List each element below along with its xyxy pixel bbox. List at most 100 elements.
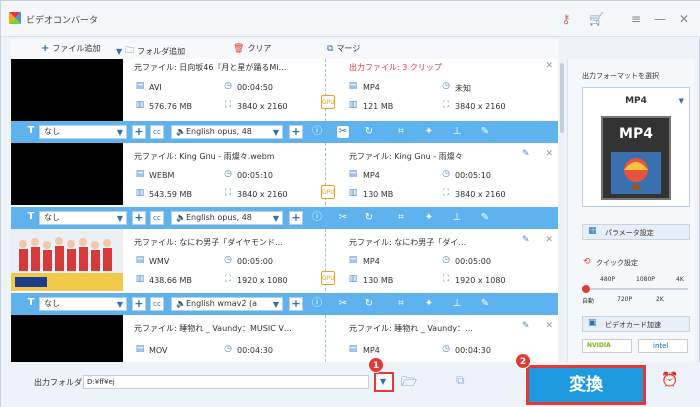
close-window-icon[interactable]: ✕ <box>677 12 691 26</box>
output-size: 121 MB <box>363 102 394 111</box>
remove-item-icon[interactable]: ✕ <box>545 235 553 245</box>
source-size: 576.76 MB <box>149 102 192 111</box>
video-thumbnail[interactable] <box>11 143 123 205</box>
subtitle-select[interactable]: なし ▼ <box>39 125 127 139</box>
open-folder-icon[interactable]: 🗁 <box>401 373 417 395</box>
output-duration: 00:05:10 <box>455 171 491 180</box>
film-balloon-icon <box>611 152 661 194</box>
edit-pen-icon[interactable]: ✎ <box>479 212 491 224</box>
watermark-stamp-icon[interactable]: ⊥ <box>451 212 463 224</box>
gpu-icon: GPU <box>321 271 335 285</box>
edit-pen-icon[interactable]: ✎ <box>479 298 491 310</box>
output-resolution: 1920 x 1080 <box>455 276 506 285</box>
scrollbar-thumb[interactable] <box>560 63 564 133</box>
merge-output-icon[interactable]: ⧉ <box>456 373 465 388</box>
add-subtitle-button[interactable]: + <box>132 125 146 139</box>
output-filename[interactable]: 元ファイル: King Gnu - 雨燦々 <box>349 151 524 162</box>
crop-icon[interactable]: ⌗ <box>395 212 407 224</box>
gpu-acceleration-toggle[interactable]: ▣ ビデオカード加速 <box>582 316 690 332</box>
output-size: 130 MB <box>363 190 394 199</box>
alarm-clock-icon[interactable]: ⏰ <box>661 372 678 388</box>
crop-icon[interactable]: ⌗ <box>395 298 407 310</box>
audio-track-select[interactable]: 🔈English opus, 48 ▼ <box>171 211 283 225</box>
output-folder-dropdown-button[interactable]: ▼ <box>374 372 394 392</box>
info-icon[interactable]: ⓘ <box>311 126 323 138</box>
scissors-icon[interactable]: ✂ <box>337 212 349 224</box>
file-item: 元ファイル: 日向坂46『月と星が踊るMi… ▤ AVI ◷ 00:04:50 … <box>11 59 558 143</box>
key-icon[interactable]: ⚷ <box>559 12 573 26</box>
speaker-icon: 🔈 <box>176 299 186 308</box>
chevron-down-icon[interactable]: ▼ <box>679 97 684 105</box>
clear-button[interactable]: 🗑 クリア <box>233 43 271 54</box>
filesize-icon: ▥ <box>348 274 358 284</box>
rotate-icon[interactable]: ↻ <box>363 298 375 310</box>
effects-wand-icon[interactable]: ✦ <box>423 126 435 138</box>
subtitle-select[interactable]: なし ▼ <box>39 211 127 225</box>
format-selector[interactable]: MP4 ▼ MP4 <box>582 87 690 207</box>
speaker-icon: 🔈 <box>176 213 186 222</box>
quality-slider-handle[interactable] <box>582 285 590 293</box>
subtitle-select[interactable]: なし ▼ <box>39 297 127 311</box>
effects-wand-icon[interactable]: ✦ <box>423 212 435 224</box>
rename-pencil-icon[interactable]: ✎ <box>522 235 530 245</box>
remove-item-icon[interactable]: ✕ <box>545 321 553 331</box>
source-resolution: 1920 x 1080 <box>237 276 288 285</box>
add-subtitle-button[interactable]: + <box>132 211 146 225</box>
add-folder-button[interactable]: ▼ 🗀 フォルダ追加 <box>116 43 185 59</box>
cc-icon[interactable]: cc <box>150 125 164 139</box>
watermark-stamp-icon[interactable]: ⊥ <box>451 126 463 138</box>
video-thumbnail[interactable] <box>11 229 123 291</box>
cc-icon[interactable]: cc <box>150 211 164 225</box>
crop-icon[interactable]: ⌗ <box>395 126 407 138</box>
file-item: 元ファイル: King Gnu - 雨燦々.webm ▤ WEBM ◷ 00:0… <box>11 143 558 229</box>
add-audio-button[interactable]: + <box>289 297 303 311</box>
output-filename[interactable]: 出力ファイル: 3 クリップ <box>349 62 534 73</box>
rotate-icon[interactable]: ↻ <box>363 126 375 138</box>
source-format: MOV <box>149 346 168 355</box>
mp4-label: MP4 <box>619 126 653 142</box>
convert-button[interactable]: 変換 <box>526 365 646 405</box>
scissors-icon[interactable]: ✂ <box>337 126 349 138</box>
add-file-button[interactable]: + ファイル追加 <box>41 43 100 54</box>
rename-pencil-icon[interactable]: ✎ <box>522 321 530 331</box>
output-folder-input[interactable]: D:¥ff¥ej <box>83 375 369 389</box>
source-format: AVI <box>149 83 162 92</box>
checkbox-icon[interactable]: ▣ <box>588 318 597 328</box>
info-icon[interactable]: ⓘ <box>311 212 323 224</box>
source-filename: 元ファイル: なにわ男子「ダイヤモンド… <box>134 238 283 247</box>
audio-track-select[interactable]: 🔈English wmav2 (a ▼ <box>171 297 283 311</box>
minimize-icon[interactable]: — <box>653 12 667 26</box>
audio-track-select[interactable]: 🔈English opus, 48 ▼ <box>171 125 283 139</box>
video-thumbnail[interactable] <box>11 315 123 362</box>
list-scrollbar[interactable] <box>559 59 565 362</box>
subtitle-icon: T <box>27 211 35 222</box>
add-subtitle-button[interactable]: + <box>132 297 146 311</box>
add-audio-button[interactable]: + <box>289 211 303 225</box>
item-toolbar: T なし ▼ + cc 🔈English opus, 48 ▼ + ⓘ ✂ ↻ ⌗ … <box>11 121 558 143</box>
scissors-icon[interactable]: ✂ <box>337 298 349 310</box>
quick-settings-icon: ⟲ <box>583 257 591 267</box>
quality-2k: 2K <box>656 296 664 303</box>
quality-slider-track[interactable] <box>584 288 688 290</box>
output-filename[interactable]: 元ファイル: 睡物れ _ Vaundy：… <box>349 323 524 334</box>
rename-pencil-icon[interactable]: ✎ <box>522 149 530 159</box>
parameter-settings-button[interactable]: ▦ パラメータ設定 <box>582 224 690 240</box>
edit-pen-icon[interactable]: ✎ <box>479 126 491 138</box>
cart-icon[interactable]: 🛒 <box>589 12 604 26</box>
source-size: 543.59 MB <box>149 190 192 199</box>
remove-item-icon[interactable]: ✕ <box>545 61 553 71</box>
rotate-icon[interactable]: ↻ <box>363 212 375 224</box>
effects-wand-icon[interactable]: ✦ <box>423 298 435 310</box>
info-icon[interactable]: ⓘ <box>311 298 323 310</box>
menu-icon[interactable]: ≡ <box>629 12 643 26</box>
dropdown-caret-icon[interactable]: ▼ <box>116 47 122 56</box>
output-filename[interactable]: 元ファイル: なにわ男子「ダイ… <box>349 237 524 248</box>
video-thumbnail[interactable] <box>11 59 123 121</box>
cc-icon[interactable]: cc <box>150 297 164 311</box>
source-duration: 00:04:30 <box>237 346 273 355</box>
output-resolution: 3840 x 2160 <box>455 102 506 111</box>
add-audio-button[interactable]: + <box>289 125 303 139</box>
merge-button[interactable]: ⧉ マージ <box>327 43 360 54</box>
watermark-stamp-icon[interactable]: ⊥ <box>451 298 463 310</box>
remove-item-icon[interactable]: ✕ <box>545 149 553 159</box>
